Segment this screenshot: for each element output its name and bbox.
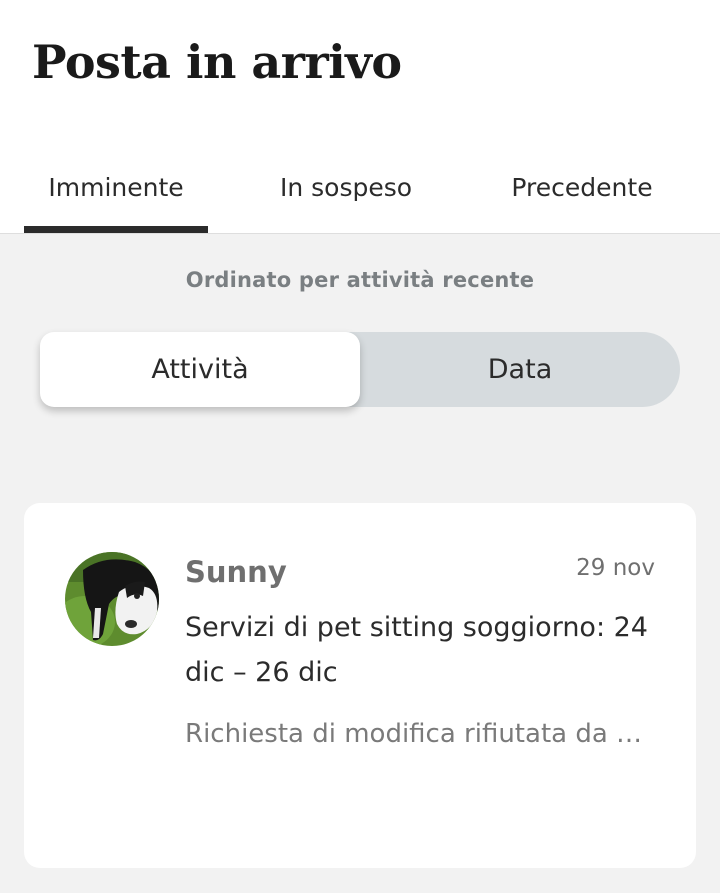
- tab-imminente[interactable]: Imminente: [24, 168, 208, 208]
- page-title: Posta in arrivo: [32, 35, 402, 89]
- dog-avatar-image: [65, 552, 159, 646]
- message-sender: Sunny: [185, 555, 287, 589]
- message-date: 29 nov: [576, 555, 655, 581]
- message-subject: Servizi di pet sitting soggiorno: 24 dic…: [185, 612, 648, 688]
- sort-option-date[interactable]: Data: [360, 332, 680, 407]
- tab-precedente[interactable]: Precedente: [490, 168, 674, 208]
- message-preview: Richiesta di modifica rifiutata da …: [185, 719, 643, 749]
- tab-in-sospeso[interactable]: In sospeso: [254, 168, 438, 208]
- sort-segmented-control: Data Attività: [40, 332, 680, 407]
- sort-option-activity[interactable]: Attività: [40, 332, 360, 407]
- message-card[interactable]: Sunny 29 nov Servizi di pet sitting sogg…: [24, 503, 696, 868]
- avatar: [65, 552, 159, 646]
- active-tab-indicator: [24, 226, 208, 233]
- sort-description: Ordinato per attività recente: [185, 268, 535, 292]
- inbox-header: Posta in arrivo Imminente In sospeso Pre…: [0, 0, 720, 234]
